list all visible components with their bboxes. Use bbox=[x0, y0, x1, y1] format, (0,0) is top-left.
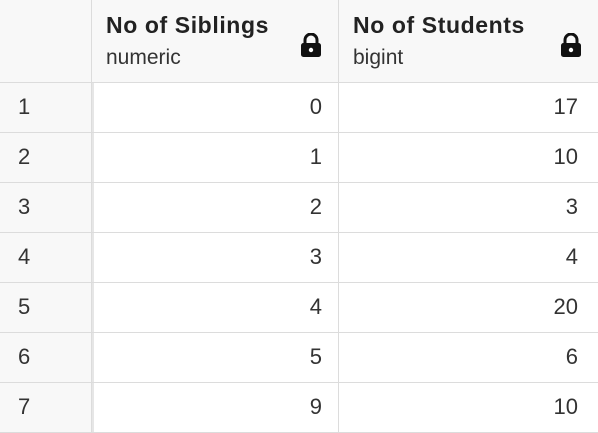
siblings-value: 1 bbox=[309, 144, 322, 169]
row-number-cell[interactable]: 5 bbox=[0, 283, 92, 332]
siblings-value: 4 bbox=[309, 294, 322, 319]
lock-icon bbox=[301, 33, 321, 57]
row-number-cell[interactable]: 6 bbox=[0, 333, 92, 382]
siblings-cell[interactable]: 1 bbox=[92, 133, 339, 182]
table-row[interactable]: 1 0 17 bbox=[0, 83, 598, 133]
students-value: 4 bbox=[565, 244, 578, 269]
students-value: 10 bbox=[553, 144, 578, 169]
siblings-cell[interactable]: 9 bbox=[92, 383, 339, 432]
row-number: 6 bbox=[18, 344, 31, 369]
column-header-students[interactable]: No of Students bigint bbox=[339, 0, 598, 82]
row-number: 3 bbox=[18, 194, 31, 219]
students-cell[interactable]: 10 bbox=[339, 383, 598, 432]
siblings-value: 9 bbox=[309, 394, 322, 419]
students-cell[interactable]: 4 bbox=[339, 233, 598, 282]
lock-icon bbox=[561, 33, 581, 57]
table-row[interactable]: 3 2 3 bbox=[0, 183, 598, 233]
students-cell[interactable]: 17 bbox=[339, 83, 598, 132]
students-cell[interactable]: 10 bbox=[339, 133, 598, 182]
column-name: No of Siblings bbox=[106, 12, 269, 38]
table-row[interactable]: 5 4 20 bbox=[0, 283, 598, 333]
table-row[interactable]: 6 5 6 bbox=[0, 333, 598, 383]
students-cell[interactable]: 3 bbox=[339, 183, 598, 232]
siblings-cell[interactable]: 0 bbox=[92, 83, 339, 132]
results-grid: No of Siblings numeric No of Students bi… bbox=[0, 0, 598, 433]
row-number: 7 bbox=[18, 394, 31, 419]
row-number: 4 bbox=[18, 244, 31, 269]
siblings-value: 0 bbox=[309, 94, 322, 119]
header-row: No of Siblings numeric No of Students bi… bbox=[0, 0, 598, 83]
column-type: bigint bbox=[353, 46, 404, 69]
students-value: 20 bbox=[553, 294, 578, 319]
siblings-cell[interactable]: 4 bbox=[92, 283, 339, 332]
row-number-cell[interactable]: 1 bbox=[0, 83, 92, 132]
siblings-cell[interactable]: 3 bbox=[92, 233, 339, 282]
table-row[interactable]: 7 9 10 bbox=[0, 383, 598, 433]
row-number-cell[interactable]: 3 bbox=[0, 183, 92, 232]
row-number-cell[interactable]: 2 bbox=[0, 133, 92, 182]
row-number: 1 bbox=[18, 94, 31, 119]
table-row[interactable]: 4 3 4 bbox=[0, 233, 598, 283]
siblings-cell[interactable]: 5 bbox=[92, 333, 339, 382]
row-number: 2 bbox=[18, 144, 31, 169]
students-cell[interactable]: 20 bbox=[339, 283, 598, 332]
table-row[interactable]: 2 1 10 bbox=[0, 133, 598, 183]
students-value: 17 bbox=[553, 94, 578, 119]
row-number-cell[interactable]: 4 bbox=[0, 233, 92, 282]
column-name: No of Students bbox=[353, 12, 525, 38]
row-number-header[interactable] bbox=[0, 0, 92, 82]
siblings-value: 2 bbox=[309, 194, 322, 219]
students-value: 10 bbox=[553, 394, 578, 419]
siblings-value: 3 bbox=[309, 244, 322, 269]
siblings-value: 5 bbox=[309, 344, 322, 369]
column-header-siblings[interactable]: No of Siblings numeric bbox=[92, 0, 339, 82]
column-type: numeric bbox=[106, 46, 181, 69]
students-value: 3 bbox=[565, 194, 578, 219]
row-number-cell[interactable]: 7 bbox=[0, 383, 92, 432]
students-value: 6 bbox=[565, 344, 578, 369]
row-number: 5 bbox=[18, 294, 31, 319]
students-cell[interactable]: 6 bbox=[339, 333, 598, 382]
siblings-cell[interactable]: 2 bbox=[92, 183, 339, 232]
